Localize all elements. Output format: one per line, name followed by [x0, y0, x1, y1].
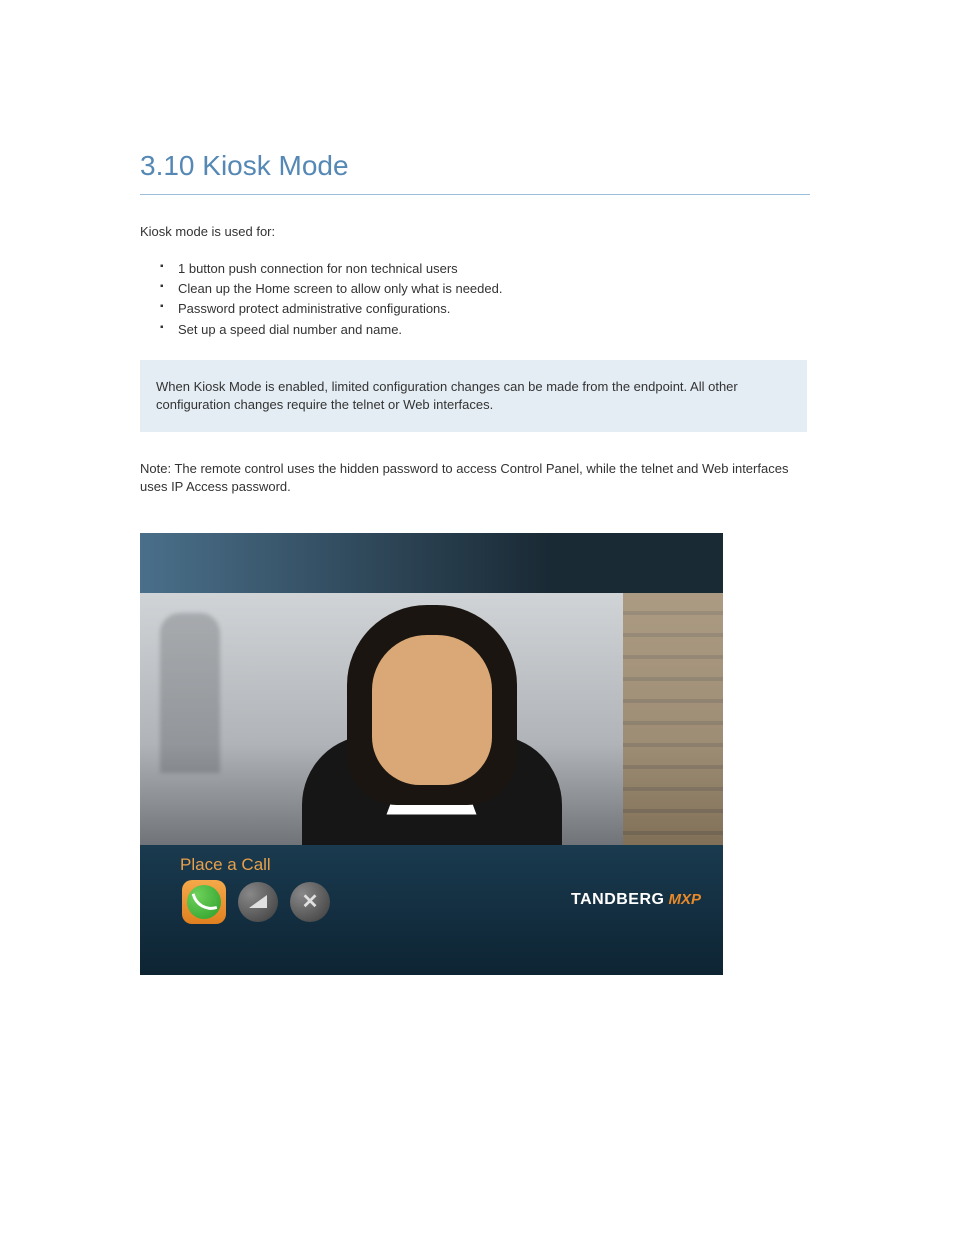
callout-box: When Kiosk Mode is enabled, limited conf… — [140, 360, 807, 432]
volume-button[interactable] — [238, 882, 278, 922]
note-text: Note: The remote control uses the hidden… — [140, 460, 795, 496]
volume-icon — [249, 895, 267, 908]
close-icon: ✕ — [302, 889, 319, 914]
section-title: 3.10 Kiosk Mode — [140, 150, 819, 182]
list-item: Password protect administrative configur… — [160, 299, 819, 319]
background-figure — [160, 613, 220, 773]
video-content — [140, 593, 723, 845]
video-frame: Place a Call ✕ TANDBERG MXP — [140, 533, 723, 975]
list-item: Clean up the Home screen to allow only w… — [160, 279, 819, 299]
control-bar: ✕ — [182, 880, 330, 924]
brand-sub: MXP — [668, 891, 701, 908]
close-button[interactable]: ✕ — [290, 882, 330, 922]
place-call-button[interactable] — [182, 880, 226, 924]
instruction-list: 1 button push connection for non technic… — [160, 259, 819, 340]
brand-main: TANDBERG — [571, 891, 664, 909]
title-divider — [140, 194, 810, 195]
intro-text: Kiosk mode is used for: — [140, 223, 819, 241]
video-top-bar — [140, 533, 723, 593]
phone-icon — [191, 889, 217, 915]
person-figure — [292, 595, 572, 845]
background-stairs — [623, 593, 723, 845]
place-call-label: Place a Call — [180, 855, 271, 875]
brand-logo: TANDBERG MXP — [571, 891, 701, 909]
video-control-panel: Place a Call ✕ TANDBERG MXP — [140, 845, 723, 975]
list-item: Set up a speed dial number and name. — [160, 320, 819, 340]
list-item: 1 button push connection for non technic… — [160, 259, 819, 279]
